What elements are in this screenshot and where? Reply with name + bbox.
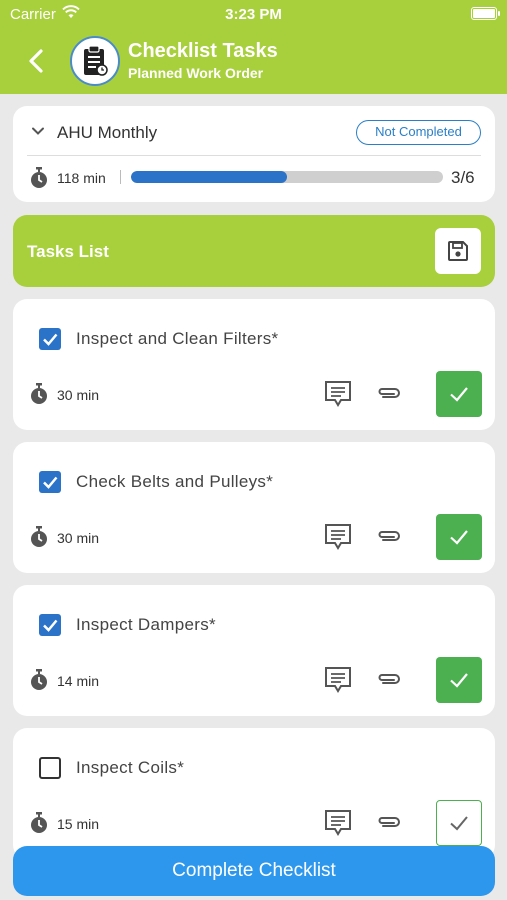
separator xyxy=(120,170,121,184)
attachment-icon[interactable] xyxy=(375,669,403,694)
task-time: 30 min xyxy=(57,530,100,546)
complete-task-button[interactable] xyxy=(436,800,482,846)
task-card: Check Belts and Pulleys* 30 min xyxy=(13,442,495,573)
stopwatch-icon xyxy=(29,383,49,410)
tasks-list-label: Tasks List xyxy=(27,242,109,261)
checklist-summary-card: AHU Monthly Not Completed 118 min 3/6 xyxy=(13,106,495,202)
attachment-icon[interactable] xyxy=(375,526,403,551)
check-icon xyxy=(450,816,468,831)
task-name: Check Belts and Pulleys* xyxy=(76,472,274,491)
page-title: Checklist Tasks xyxy=(128,40,278,62)
progress-bar xyxy=(131,171,443,183)
status-badge: Not Completed xyxy=(356,120,481,145)
checklist-name[interactable]: AHU Monthly xyxy=(57,123,157,143)
progress-count: 3/6 xyxy=(451,168,475,187)
status-time: 3:23 PM xyxy=(225,6,282,23)
page-subtitle: Planned Work Order xyxy=(128,65,264,81)
task-card: Inspect Coils* 15 min xyxy=(13,728,495,859)
task-time: 15 min xyxy=(57,816,100,832)
attachment-icon[interactable] xyxy=(375,383,403,408)
complete-task-button[interactable] xyxy=(436,371,482,417)
task-checkbox[interactable] xyxy=(39,757,61,779)
complete-task-button[interactable] xyxy=(436,657,482,703)
checklist-clipboard-icon xyxy=(70,36,120,86)
total-time: 118 min xyxy=(57,170,106,186)
stopwatch-icon xyxy=(29,669,49,696)
attachment-icon[interactable] xyxy=(375,812,403,837)
nav-bar: Checklist Tasks Planned Work Order xyxy=(0,28,507,94)
comment-icon[interactable] xyxy=(324,522,352,555)
task-name: Inspect Coils* xyxy=(76,758,185,777)
stopwatch-icon xyxy=(29,167,49,194)
tasks-list-header: Tasks List xyxy=(13,215,495,287)
status-bar: Carrier 3:23 PM xyxy=(0,0,507,28)
progress-fill xyxy=(131,171,287,183)
task-name: Inspect Dampers* xyxy=(76,615,216,634)
save-button[interactable] xyxy=(435,228,481,274)
check-icon xyxy=(450,673,468,688)
check-icon xyxy=(450,387,468,402)
stopwatch-icon xyxy=(29,526,49,553)
stopwatch-icon xyxy=(29,812,49,839)
task-checkbox[interactable] xyxy=(39,471,61,493)
task-card: Inspect Dampers* 14 min xyxy=(13,585,495,716)
comment-icon[interactable] xyxy=(324,808,352,841)
comment-icon[interactable] xyxy=(324,379,352,412)
battery-icon xyxy=(471,7,500,20)
divider xyxy=(27,155,481,156)
comment-icon[interactable] xyxy=(324,665,352,698)
back-chevron-icon[interactable] xyxy=(22,43,52,79)
complete-checklist-button[interactable]: Complete Checklist xyxy=(13,846,495,896)
chevron-down-icon[interactable] xyxy=(31,124,45,143)
task-time: 14 min xyxy=(57,673,100,689)
task-time: 30 min xyxy=(57,387,100,403)
save-icon xyxy=(448,241,468,261)
complete-task-button[interactable] xyxy=(436,514,482,560)
task-checkbox[interactable] xyxy=(39,328,61,350)
task-name: Inspect and Clean Filters* xyxy=(76,329,279,348)
check-icon xyxy=(450,530,468,545)
task-card: Inspect and Clean Filters* 30 min xyxy=(13,299,495,430)
task-checkbox[interactable] xyxy=(39,614,61,636)
